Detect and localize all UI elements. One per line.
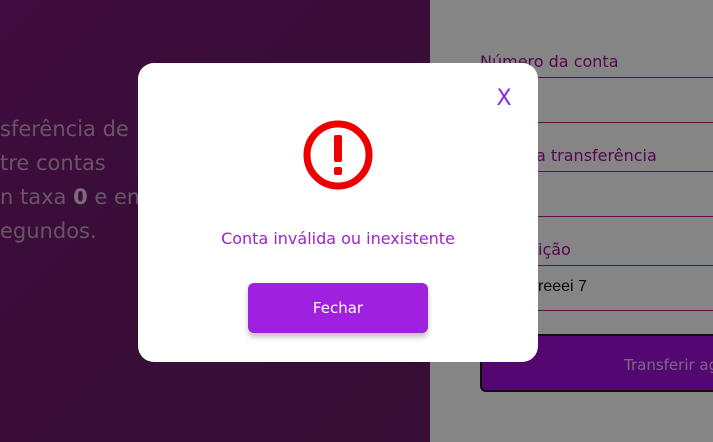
error-message: Conta inválida ou inexistente (221, 229, 455, 248)
close-icon[interactable]: X (494, 87, 514, 111)
exclamation-circle-icon (303, 120, 373, 190)
fechar-button[interactable]: Fechar (248, 283, 428, 333)
error-modal: X Conta inválida ou inexistente Fechar (138, 63, 538, 362)
